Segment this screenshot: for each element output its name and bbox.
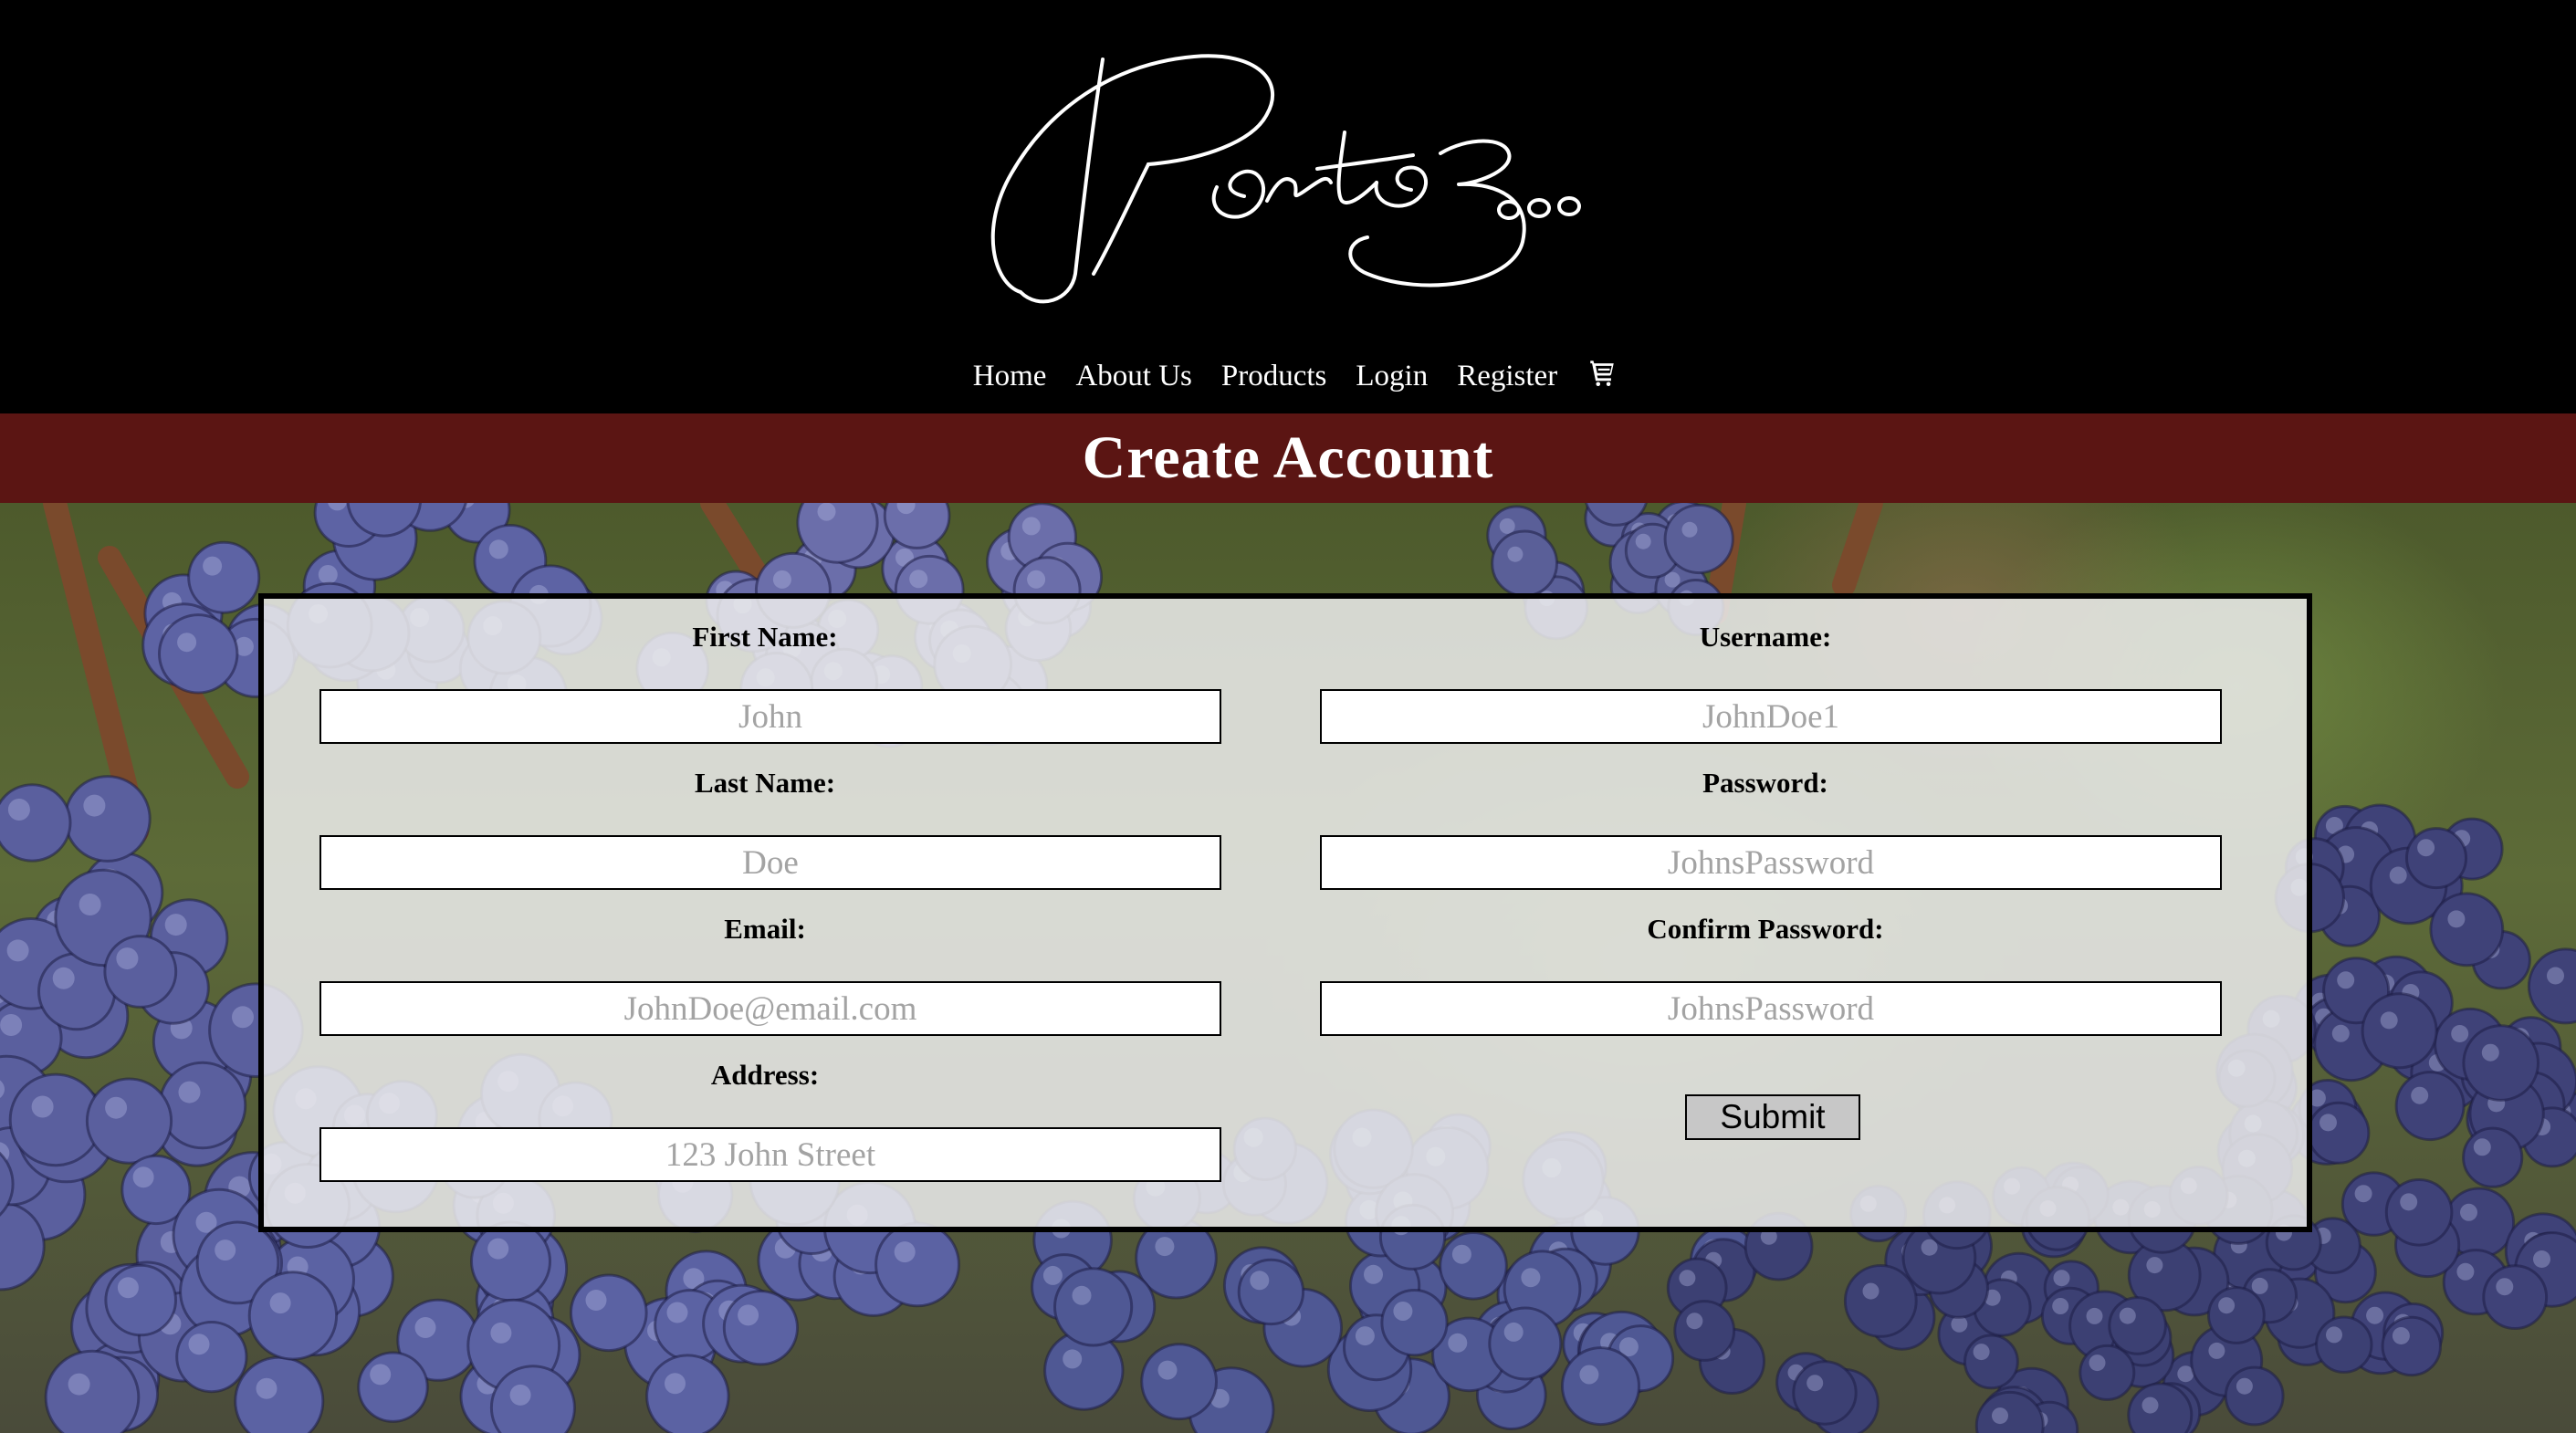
last-name-label: Last Name: [694, 767, 836, 799]
main-nav: Home About Us Products Login Register [0, 349, 2576, 403]
page-title: Create Account [1082, 424, 1494, 491]
email-input[interactable] [319, 981, 1221, 1036]
porto3000-logo[interactable] [984, 46, 1586, 310]
username-label: Username: [1699, 621, 1832, 653]
create-account-form: First Name: Last Name: Email: Address: U… [258, 593, 2312, 1232]
last-name-input[interactable] [319, 835, 1221, 890]
submit-button[interactable]: Submit [1685, 1094, 1860, 1140]
confirm-password-label: Confirm Password: [1647, 913, 1884, 945]
address-label: Address: [710, 1059, 820, 1091]
address-input[interactable] [319, 1127, 1221, 1182]
site-header: Home About Us Products Login Register [0, 0, 2576, 413]
email-label: Email: [724, 913, 806, 945]
nav-about-us[interactable]: About Us [1075, 349, 1191, 403]
nav-home[interactable]: Home [973, 349, 1047, 403]
nav-register[interactable]: Register [1457, 349, 1557, 403]
password-input[interactable] [1320, 835, 2222, 890]
first-name-label: First Name: [692, 621, 838, 653]
password-label: Password: [1702, 767, 1828, 799]
cart-icon[interactable] [1586, 357, 1618, 388]
first-name-input[interactable] [319, 689, 1221, 744]
confirm-password-input[interactable] [1320, 981, 2222, 1036]
nav-login[interactable]: Login [1356, 349, 1428, 403]
page-title-bar: Create Account [0, 413, 2576, 503]
nav-products[interactable]: Products [1221, 349, 1327, 403]
username-input[interactable] [1320, 689, 2222, 744]
